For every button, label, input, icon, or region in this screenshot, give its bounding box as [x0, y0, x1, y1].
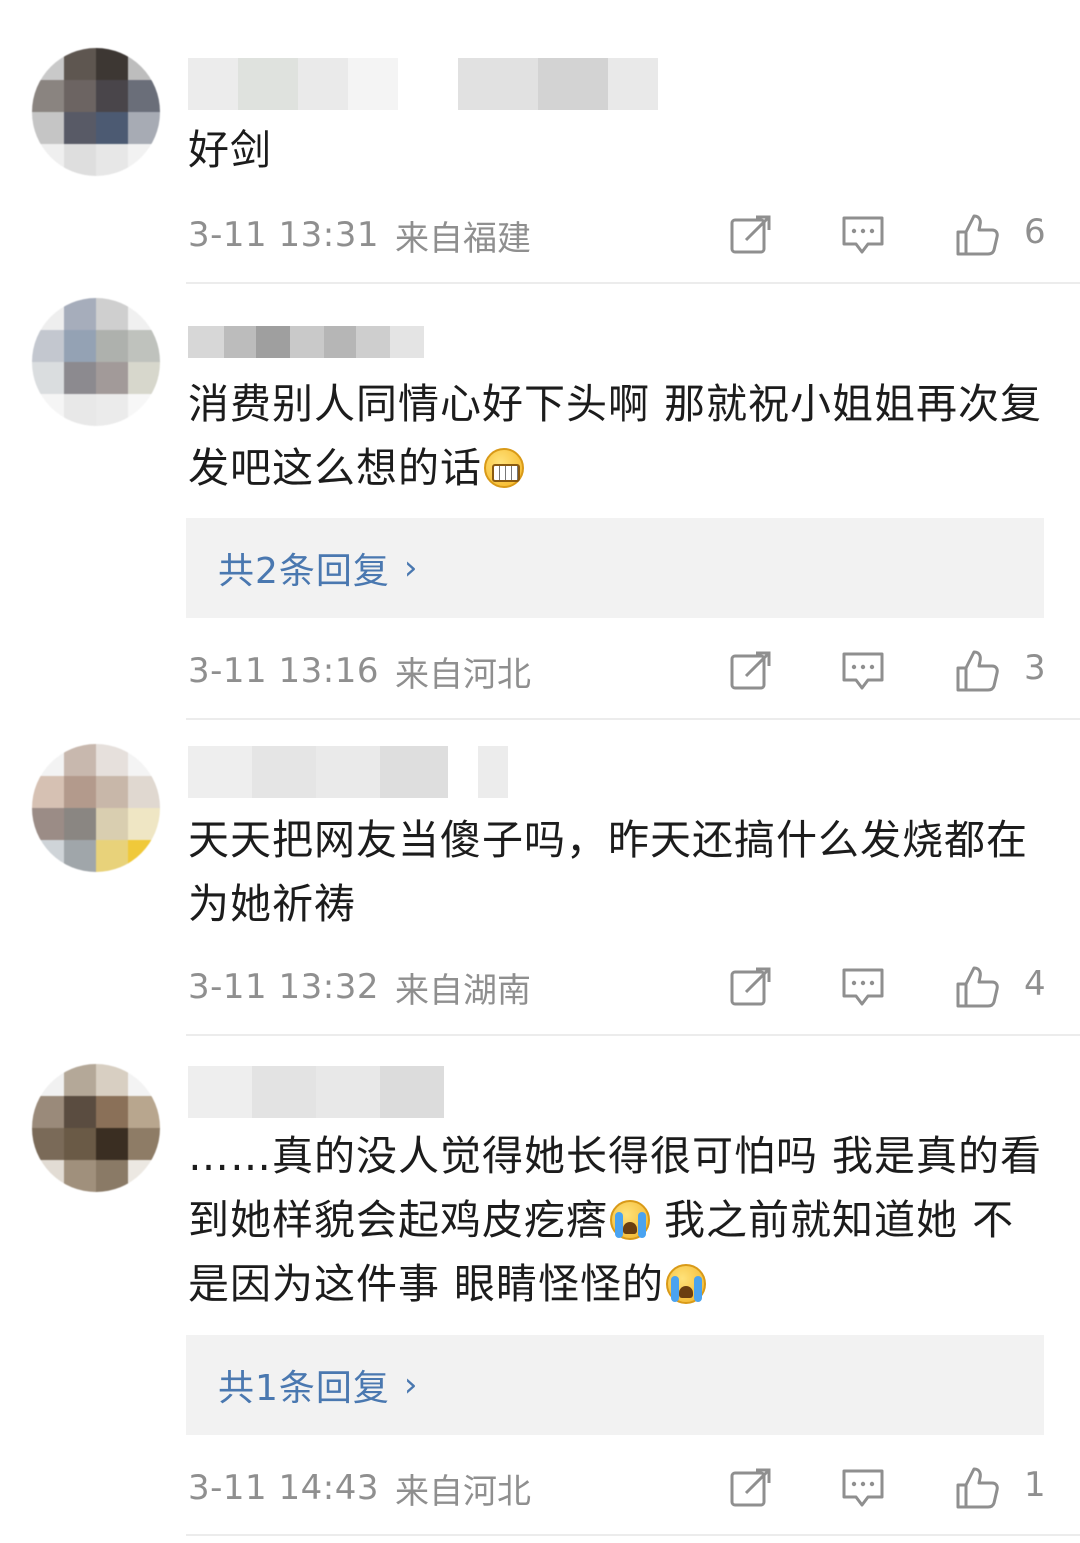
reply-count-label: 共1条回复 [218, 1368, 390, 1409]
thumbs-up-icon[interactable] [954, 1465, 1000, 1511]
comment-meta: 3-11 14:43 来自河北 1 [188, 1463, 1048, 1513]
like-count: 3 [1024, 648, 1046, 688]
repost-icon[interactable] [728, 648, 774, 694]
view-replies-button[interactable]: 共1条回复 › [186, 1335, 1044, 1435]
location: 来自河北 [394, 1471, 531, 1512]
avatar[interactable] [32, 744, 160, 872]
chevron-right-icon: › [403, 548, 419, 588]
timestamp: 3-11 13:16 [188, 651, 379, 691]
avatar[interactable] [32, 298, 160, 426]
avatar[interactable] [32, 48, 160, 176]
username-blurred[interactable] [188, 326, 424, 358]
repost-icon[interactable] [728, 964, 774, 1010]
divider [186, 718, 1080, 720]
username-blurred[interactable] [188, 746, 508, 798]
repost-icon[interactable] [728, 1465, 774, 1511]
grin-emoji-icon [484, 448, 524, 488]
action-bar: 3 [728, 646, 1048, 696]
comment-text-body: 好剑 [188, 126, 272, 174]
location: 来自河北 [394, 654, 531, 695]
thumbs-up-icon[interactable] [954, 964, 1000, 1010]
like-count: 1 [1024, 1465, 1046, 1505]
action-bar: 1 [728, 1463, 1048, 1513]
thumbs-up-icon[interactable] [954, 212, 1000, 258]
comment-text-body: 天天把网友当傻子吗，昨天还搞什么发烧都在为她祈祷 [188, 816, 1028, 928]
action-bar: 6 [728, 210, 1048, 260]
comment-text: 天天把网友当傻子吗，昨天还搞什么发烧都在为她祈祷 [188, 808, 1048, 936]
username-blurred[interactable] [188, 58, 658, 110]
view-replies-button[interactable]: 共2条回复 › [186, 518, 1044, 618]
location: 来自湖南 [394, 970, 531, 1011]
avatar[interactable] [32, 1064, 160, 1192]
reply-count-label: 共2条回复 [218, 551, 390, 592]
location: 来自福建 [394, 218, 531, 259]
chevron-right-icon: › [403, 1365, 419, 1405]
divider [186, 1034, 1080, 1036]
action-bar: 4 [728, 962, 1048, 1012]
like-count: 6 [1024, 212, 1046, 252]
timestamp: 3-11 14:43 [188, 1468, 379, 1508]
comment-icon[interactable] [840, 212, 886, 258]
comment-icon[interactable] [840, 964, 886, 1010]
comment-icon[interactable] [840, 1465, 886, 1511]
comment-text-body: 消费别人同情心好下头啊 那就祝小姐姐再次复发吧这么想的话 [188, 380, 1043, 492]
like-count: 4 [1024, 964, 1046, 1004]
crying-emoji-icon [610, 1200, 650, 1240]
timestamp: 3-11 13:32 [188, 967, 379, 1007]
comment-text: 消费别人同情心好下头啊 那就祝小姐姐再次复发吧这么想的话 [188, 372, 1048, 500]
comment-meta: 3-11 13:32 来自湖南 4 [188, 962, 1048, 1012]
comment-text: 好剑 [188, 118, 1048, 182]
divider [186, 282, 1080, 284]
comment-icon[interactable] [840, 648, 886, 694]
timestamp: 3-11 13:31 [188, 215, 379, 255]
comment-meta: 3-11 13:16 来自河北 3 [188, 646, 1048, 696]
repost-icon[interactable] [728, 212, 774, 258]
comment-meta: 3-11 13:31 来自福建 6 [188, 210, 1048, 260]
divider [186, 1534, 1080, 1536]
username-blurred[interactable] [188, 1066, 444, 1118]
crying-emoji-icon [666, 1264, 707, 1304]
thumbs-up-icon[interactable] [954, 648, 1000, 694]
comment-text: ……真的没人觉得她长得很可怕吗 我是真的看到她样貌会起鸡皮疙瘩 我之前就知道她 … [188, 1124, 1048, 1316]
